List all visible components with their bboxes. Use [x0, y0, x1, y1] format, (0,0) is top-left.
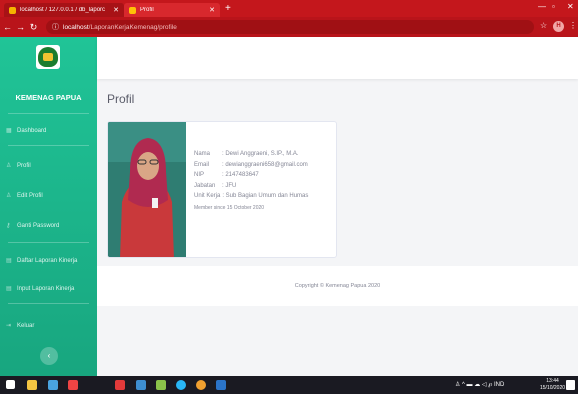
sidebar-item-label: Daftar Laporan Kinerja: [17, 257, 78, 264]
favicon-icon: [129, 6, 136, 14]
sidebar-item-input-laporan[interactable]: ▤ Input Laporan Kinerja: [6, 285, 75, 293]
app-icon[interactable]: [115, 380, 125, 390]
lock-icon[interactable]: [27, 380, 37, 390]
footer: Copyright © Kemenag Papua 2020: [97, 266, 578, 306]
clock-time: 13:44: [546, 378, 559, 384]
sidebar-item-daftar-laporan[interactable]: ▤ Daftar Laporan Kinerja: [6, 257, 78, 265]
label: Nama: [194, 151, 211, 157]
sidebar-brand[interactable]: KEMENAG PAPUA: [0, 93, 97, 102]
profile-name-row: Nama : Dewi Anggraeni, S.IP., M.A.: [194, 149, 308, 160]
logout-icon: ⇥: [6, 323, 12, 329]
label: Jabatan: [194, 182, 216, 189]
profile-email: : dewianggraeni658@gmail.com: [222, 161, 308, 168]
profile-nip: : 2147483647: [222, 172, 259, 178]
close-tab-icon[interactable]: ✕: [113, 6, 119, 14]
sidebar-item-label: Ganti Password: [17, 222, 60, 229]
browser-menu-icon[interactable]: ⋮: [569, 21, 577, 30]
sidebar-item-label: Keluar: [17, 322, 35, 329]
sidebar-item-label: Edit Profil: [17, 192, 43, 199]
explorer-icon[interactable]: [48, 380, 58, 390]
bookmark-star-icon[interactable]: ☆: [540, 21, 547, 30]
sidebar-item-label: Dashboard: [17, 127, 47, 134]
divider: [8, 145, 89, 146]
profile-unit: : Sub Bagian Umum dan Humas: [222, 193, 309, 199]
url-path: /LaporanKerjaKemenag/profile: [88, 23, 177, 31]
profile-card: Nama : Dewi Anggraeni, S.IP., M.A. Email…: [107, 121, 337, 258]
info-icon[interactable]: ⓘ: [52, 22, 59, 32]
close-tab-icon[interactable]: ✕: [209, 6, 215, 14]
notification-icon[interactable]: [566, 380, 575, 390]
kemenag-logo[interactable]: [36, 45, 60, 69]
word-icon[interactable]: [216, 380, 226, 390]
close-window-icon[interactable]: ✕: [567, 2, 574, 11]
label: NIP: [194, 172, 205, 178]
reload-icon[interactable]: ↻: [28, 22, 39, 33]
sidebar-item-label: Input Laporan Kinerja: [17, 285, 75, 292]
url-field[interactable]: ⓘ localhost /LaporanKerjaKemenag/profile: [46, 20, 534, 34]
tab-phpmyadmin[interactable]: localhost / 127.0.0.1 / db_laporc ✕: [4, 3, 124, 17]
maximize-icon[interactable]: ▫: [552, 2, 555, 11]
profile-jabatan-row: Jabatan : JFU: [194, 181, 308, 192]
new-tab-icon[interactable]: +: [225, 3, 231, 15]
calendar-app-icon[interactable]: [68, 380, 78, 390]
windows-taskbar: ♙ ^ ▬ ☁ ◁ ℘ IND 13:44 15/10/2020: [0, 376, 578, 394]
divider: [8, 113, 89, 114]
tab-profil[interactable]: Profil ✕: [124, 3, 220, 17]
profile-name: : Dewi Anggraeni, S.IP., M.A.: [222, 151, 299, 157]
app-icon[interactable]: [136, 380, 146, 390]
label: Email: [194, 161, 210, 168]
top-navbar: [97, 37, 578, 79]
favicon-icon: [9, 6, 16, 14]
extension-icon[interactable]: H: [553, 21, 564, 32]
tab-title: Profil: [140, 7, 154, 13]
list-icon: ▤: [6, 258, 12, 264]
divider: [8, 242, 89, 243]
url-host: localhost: [63, 23, 89, 31]
label: Unit Kerja: [194, 193, 221, 199]
sidebar: KEMENAG PAPUA ▦ Dashboard ♙ Profil ♙ Edi…: [0, 37, 97, 376]
divider: [8, 303, 89, 304]
back-icon[interactable]: ←: [2, 22, 13, 32]
edge-icon[interactable]: [176, 380, 186, 390]
profile-jabatan: : JFU: [222, 182, 237, 189]
sidebar-item-dashboard[interactable]: ▦ Dashboard: [6, 127, 47, 135]
chrome-icon[interactable]: [196, 380, 206, 390]
tab-title: localhost / 127.0.0.1 / db_laporc: [20, 7, 106, 13]
profile-photo: [108, 122, 186, 257]
browser-tab-bar: localhost / 127.0.0.1 / db_laporc ✕ Prof…: [0, 0, 578, 17]
sidebar-item-label: Profil: [17, 162, 31, 169]
clock[interactable]: 13:44 15/10/2020: [540, 378, 565, 392]
member-since: Member since 15 October 2020: [194, 204, 265, 211]
sidebar-toggle-button[interactable]: ‹: [40, 347, 58, 365]
profile-unit-row: Unit Kerja : Sub Bagian Umum dan Humas: [194, 191, 308, 202]
user-icon: ♙: [6, 163, 12, 169]
key-icon: ⚷: [6, 223, 11, 229]
profile-details: Nama : Dewi Anggraeni, S.IP., M.A. Email…: [194, 149, 308, 213]
sidebar-item-profil[interactable]: ♙ Profil: [6, 162, 31, 170]
sidebar-item-edit-profil[interactable]: ♙ Edit Profil: [6, 192, 43, 200]
forward-icon[interactable]: →: [15, 22, 26, 32]
user-edit-icon: ♙: [6, 193, 12, 199]
dashboard-icon: ▦: [6, 128, 12, 134]
system-tray[interactable]: ♙ ^ ▬ ☁ ◁ ℘ IND: [455, 381, 504, 388]
address-bar-row: ← → ↻ ⓘ localhost /LaporanKerjaKemenag/p…: [0, 17, 578, 37]
start-icon[interactable]: [6, 380, 15, 389]
page-title: Profil: [107, 92, 135, 106]
clock-date: 15/10/2020: [540, 385, 566, 391]
minimize-icon[interactable]: —: [538, 2, 546, 11]
input-icon: ▤: [6, 286, 12, 292]
sidebar-item-keluar[interactable]: ⇥ Keluar: [6, 322, 35, 330]
profile-email-row: Email : dewianggraeni658@gmail.com: [194, 160, 308, 171]
language-indicator[interactable]: IND: [494, 382, 504, 388]
profile-nip-row: NIP : 2147483647: [194, 170, 308, 181]
sidebar-item-ganti-password[interactable]: ⚷ Ganti Password: [6, 222, 60, 230]
app-icon[interactable]: [156, 380, 166, 390]
